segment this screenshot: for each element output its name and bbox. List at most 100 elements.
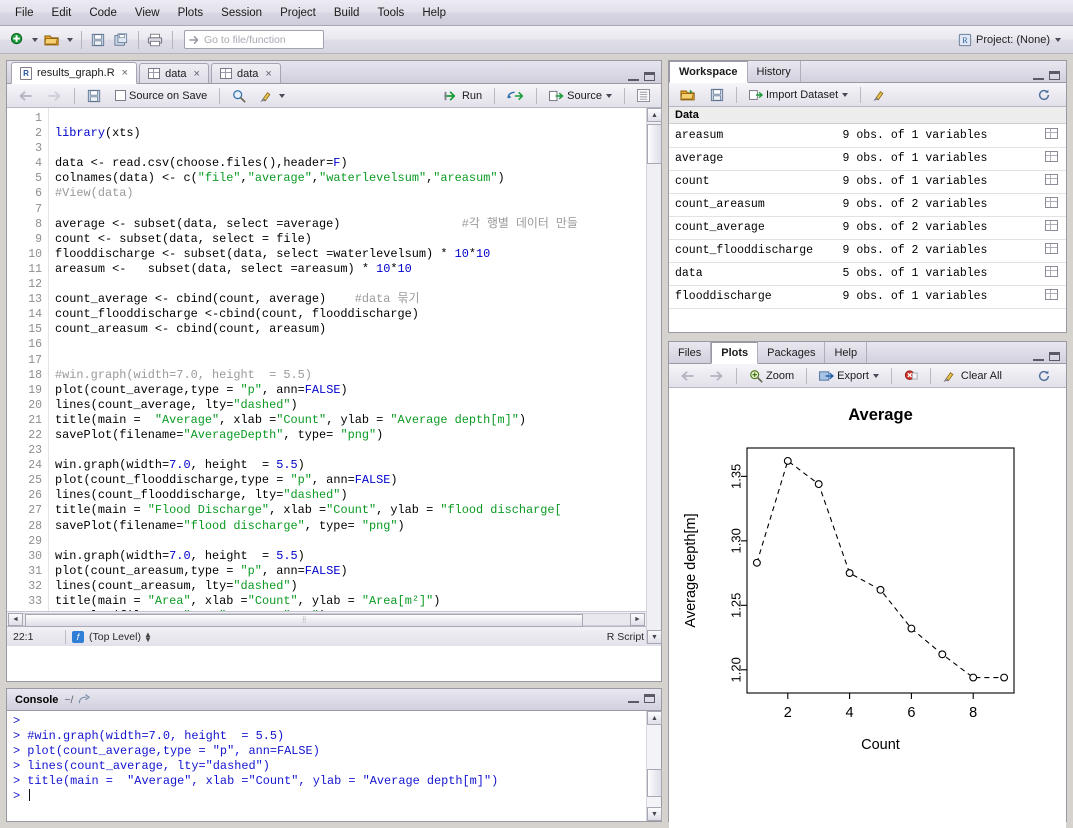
menu-item-session[interactable]: Session	[212, 4, 271, 22]
code-line[interactable]	[55, 277, 661, 292]
source-dropdown-icon[interactable]	[606, 93, 612, 98]
close-icon[interactable]: ×	[194, 68, 200, 80]
workspace-object-name[interactable]: count	[669, 170, 837, 194]
code-line[interactable]: title(main = "Flood Discharge", xlab ="C…	[55, 503, 661, 518]
minimize-icon[interactable]	[1033, 353, 1044, 361]
workspace-object-name[interactable]: count_areasum	[669, 193, 837, 217]
code-line[interactable]: data <- read.csv(choose.files(),header=F…	[55, 156, 661, 171]
console-vertical-scrollbar[interactable]: ▲ ▼	[646, 711, 662, 821]
code-line[interactable]: title(main = "Area", xlab ="Count", ylab…	[55, 594, 661, 609]
horizontal-scroll-track[interactable]: ⦙⦙	[23, 612, 630, 627]
re-run-icon[interactable]	[501, 87, 530, 105]
code-line[interactable]: count <- subset(data, select = file)	[55, 232, 661, 247]
source-button[interactable]: Source	[543, 87, 618, 105]
code-line[interactable]	[55, 141, 661, 156]
export-plot-button[interactable]: Export	[813, 367, 885, 385]
code-line[interactable]: count_average <- cbind(count, average) #…	[55, 292, 661, 307]
maximize-icon[interactable]	[644, 694, 655, 703]
clear-all-plots-button[interactable]: Clear All	[937, 366, 1008, 386]
view-data-icon[interactable]	[1035, 239, 1066, 263]
code-line[interactable]: average <- subset(data, select =average)…	[55, 217, 661, 232]
workspace-row[interactable]: count_average 9 obs. of 2 variables	[669, 216, 1066, 240]
workspace-object-name[interactable]: count_average	[669, 216, 837, 240]
project-dropdown-icon[interactable]	[1055, 37, 1061, 42]
code-line[interactable]: savePlot(filename="Area", type= "png")	[55, 609, 661, 611]
tab-files[interactable]: Files	[669, 342, 712, 363]
import-dataset-button[interactable]: Import Dataset	[743, 86, 854, 104]
code-line[interactable]	[55, 443, 661, 458]
zoom-plot-button[interactable]: Zoom	[743, 366, 800, 386]
print-icon[interactable]	[144, 29, 166, 50]
file-type-label[interactable]: R Script	[607, 631, 644, 643]
maximize-icon[interactable]	[1049, 352, 1060, 361]
open-folder-dropdown-icon[interactable]	[64, 29, 75, 50]
menu-item-code[interactable]: Code	[80, 4, 126, 22]
view-data-icon[interactable]	[1035, 262, 1066, 286]
menu-item-file[interactable]: File	[6, 4, 43, 22]
code-line[interactable]: lines(count_average, lty="dashed")	[55, 398, 661, 413]
workspace-row[interactable]: areasum 9 obs. of 1 variables	[669, 124, 1066, 148]
code-line[interactable]	[55, 337, 661, 352]
source-tab-1[interactable]: data ×	[139, 63, 209, 83]
scroll-up-icon[interactable]: ▲	[647, 711, 662, 725]
menu-item-tools[interactable]: Tools	[368, 4, 413, 22]
workspace-row[interactable]: flooddischarge 9 obs. of 1 variables	[669, 285, 1066, 309]
open-folder-icon[interactable]	[41, 29, 63, 50]
export-dropdown-icon[interactable]	[872, 373, 879, 378]
workspace-object-name[interactable]: data	[669, 262, 837, 286]
code-line[interactable]: win.graph(width=7.0, height = 5.5)	[55, 549, 661, 564]
console-open-directory-icon[interactable]	[78, 694, 91, 705]
code-tools-dropdown-icon[interactable]	[279, 93, 286, 98]
code-line[interactable]: savePlot(filename="flood discharge", typ…	[55, 519, 661, 534]
checkbox-icon[interactable]	[115, 90, 126, 101]
editor-horizontal-scrollbar[interactable]: ◄ ⦙⦙ ►	[7, 611, 646, 627]
code-line[interactable]: lines(count_areasum, lty="dashed")	[55, 579, 661, 594]
tab-history[interactable]: History	[748, 61, 801, 82]
workspace-row[interactable]: count_areasum 9 obs. of 2 variables	[669, 193, 1066, 217]
scope-label[interactable]: (Top Level)	[89, 631, 141, 643]
code-line[interactable]: count_flooddischarge <-cbind(count, floo…	[55, 307, 661, 322]
new-file-icon[interactable]	[6, 29, 28, 50]
tab-packages[interactable]: Packages	[758, 342, 826, 363]
maximize-icon[interactable]	[644, 72, 655, 81]
code-line[interactable]: savePlot(filename="AverageDepth", type= …	[55, 428, 661, 443]
source-tab-0[interactable]: Rresults_graph.R ×	[11, 62, 138, 84]
run-button[interactable]: Run	[438, 87, 488, 105]
forward-navigation-icon[interactable]	[41, 87, 68, 105]
clear-workspace-icon[interactable]	[867, 85, 894, 105]
outline-icon[interactable]	[631, 86, 656, 105]
horizontal-scroll-thumb[interactable]: ⦙⦙	[25, 613, 584, 627]
minimize-icon[interactable]	[628, 695, 639, 703]
close-icon[interactable]: ×	[122, 67, 128, 79]
editor-vertical-scrollbar[interactable]: ▲ ▼	[646, 108, 662, 644]
menu-item-help[interactable]: Help	[413, 4, 455, 22]
tab-help[interactable]: Help	[825, 342, 868, 363]
project-selector[interactable]: R Project: (None)	[958, 33, 1067, 47]
view-data-icon[interactable]	[1035, 285, 1066, 309]
source-tab-2[interactable]: data ×	[210, 63, 281, 83]
previous-plot-icon[interactable]	[674, 367, 701, 385]
minimize-icon[interactable]	[1033, 72, 1044, 80]
scroll-right-icon[interactable]: ►	[630, 612, 645, 626]
save-workspace-icon[interactable]	[704, 85, 730, 105]
code-line[interactable]: flooddischarge <- subset(data, select =w…	[55, 247, 661, 262]
workspace-object-name[interactable]: areasum	[669, 124, 837, 148]
scroll-up-icon[interactable]: ▲	[647, 108, 662, 122]
menu-item-project[interactable]: Project	[271, 4, 325, 22]
menu-item-view[interactable]: View	[126, 4, 169, 22]
find-icon[interactable]	[226, 86, 252, 106]
view-data-icon[interactable]	[1035, 193, 1066, 217]
console-output[interactable]: > > #win.graph(width=7.0, height = 5.5) >…	[7, 711, 661, 821]
vertical-scroll-thumb[interactable]	[647, 124, 662, 164]
code-line[interactable]: plot(count_average,type = "p", ann=FALSE…	[55, 383, 661, 398]
code-line[interactable]	[55, 534, 661, 549]
code-line[interactable]: #View(data)	[55, 186, 661, 201]
import-dataset-dropdown-icon[interactable]	[842, 92, 849, 97]
menu-item-build[interactable]: Build	[325, 4, 369, 22]
save-all-icon[interactable]	[110, 29, 132, 50]
code-line[interactable]	[55, 353, 661, 368]
scroll-down-icon[interactable]: ▼	[647, 807, 662, 821]
code-line[interactable]: library(xts)	[55, 126, 661, 141]
view-data-icon[interactable]	[1035, 147, 1066, 171]
workspace-object-name[interactable]: count_flooddischarge	[669, 239, 837, 263]
